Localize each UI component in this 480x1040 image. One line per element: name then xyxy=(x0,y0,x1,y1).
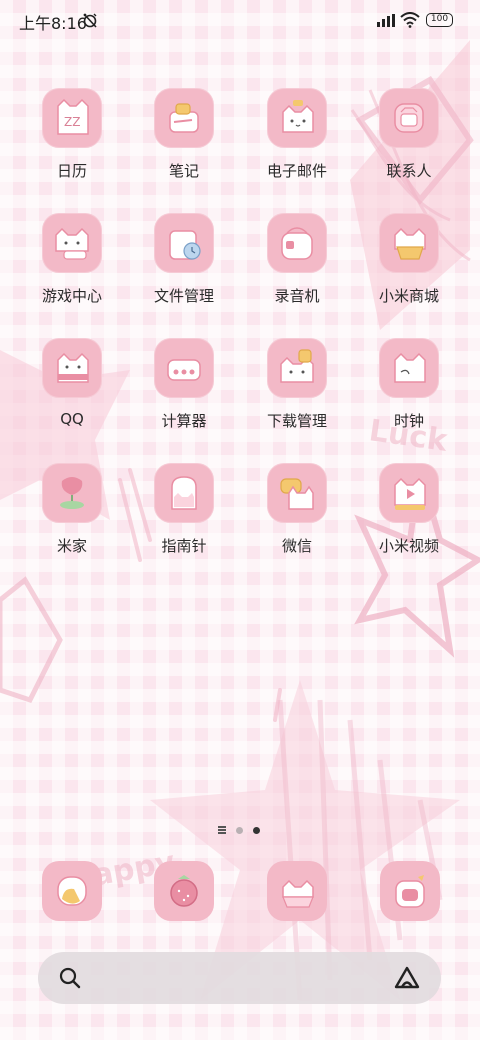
notes-icon xyxy=(169,103,199,133)
dock-camera[interactable] xyxy=(380,861,440,921)
camera-icon xyxy=(395,875,425,908)
app-email[interactable]: 电子邮件 xyxy=(249,88,345,208)
app-mijia[interactable]: 米家 xyxy=(24,463,120,583)
compass-icon xyxy=(171,476,197,510)
calendar-icon: ZZ xyxy=(57,98,89,135)
battery-indicator: 100 xyxy=(426,13,453,27)
contacts-icon xyxy=(394,103,424,133)
app-recorder[interactable]: 录音机 xyxy=(249,213,345,333)
app-label: 日历 xyxy=(56,162,87,180)
mi-store-icon xyxy=(394,227,426,260)
downloads-icon xyxy=(280,349,314,383)
app-calendar[interactable]: ZZ 日历 xyxy=(24,88,120,208)
clock-icon xyxy=(394,352,426,383)
dock-browser[interactable] xyxy=(154,861,214,921)
app-label: 笔记 xyxy=(168,162,199,180)
voice-assistant-icon[interactable] xyxy=(394,966,420,990)
app-label: 小米视频 xyxy=(378,537,439,555)
status-time: 上午8:16 xyxy=(19,14,87,33)
search-bar[interactable] xyxy=(38,952,441,1004)
qq-icon xyxy=(57,352,89,383)
home-screen: Luck Happy 上午8:16 100 ZZ 日历 笔记 电子邮件 联系人 … xyxy=(0,0,480,1040)
app-label: 小米商城 xyxy=(378,287,439,305)
search-icon xyxy=(59,967,81,989)
file-manager-icon xyxy=(169,230,201,260)
wechat-icon xyxy=(280,478,314,510)
email-icon xyxy=(282,100,314,133)
dock-messages[interactable] xyxy=(267,861,327,921)
app-mi-store[interactable]: 小米商城 xyxy=(361,213,457,333)
app-contacts[interactable]: 联系人 xyxy=(361,88,457,208)
app-label: QQ xyxy=(60,410,84,428)
app-label: 游戏中心 xyxy=(41,287,102,305)
app-label: 计算器 xyxy=(161,412,207,430)
page-dot-1 xyxy=(236,827,243,834)
page-indicator[interactable] xyxy=(218,825,264,835)
signal-icon xyxy=(377,14,395,27)
wifi-icon xyxy=(400,12,420,28)
app-compass[interactable]: 指南针 xyxy=(136,463,232,583)
svg-text:ZZ: ZZ xyxy=(64,115,80,129)
game-center-icon xyxy=(55,227,89,260)
app-label: 下载管理 xyxy=(266,412,327,430)
page-dot-2-active xyxy=(253,827,260,834)
app-clock[interactable]: 时钟 xyxy=(361,338,457,458)
app-label: 录音机 xyxy=(274,287,320,305)
app-game-center[interactable]: 游戏中心 xyxy=(24,213,120,333)
mijia-icon xyxy=(60,477,84,509)
app-downloads[interactable]: 下载管理 xyxy=(249,338,345,458)
alarm-off-icon xyxy=(83,13,97,28)
app-label: 微信 xyxy=(281,537,312,555)
app-label: 时钟 xyxy=(393,412,424,430)
status-bar: 上午8:16 100 xyxy=(0,0,480,40)
app-list-icon xyxy=(218,826,226,834)
app-label: 联系人 xyxy=(386,162,432,180)
app-notes[interactable]: 笔记 xyxy=(136,88,232,208)
app-calculator[interactable]: 计算器 xyxy=(136,338,232,458)
app-label: 电子邮件 xyxy=(266,162,327,180)
recorder-icon xyxy=(281,227,313,260)
app-qq[interactable]: QQ xyxy=(24,338,120,458)
app-label: 文件管理 xyxy=(153,287,214,305)
app-file-manager[interactable]: 文件管理 xyxy=(136,213,232,333)
calculator-icon xyxy=(167,359,201,381)
browser-icon xyxy=(170,875,198,907)
app-mi-video[interactable]: 小米视频 xyxy=(361,463,457,583)
phone-icon xyxy=(57,876,87,906)
app-label: 指南针 xyxy=(161,537,207,555)
messages-icon xyxy=(282,879,314,908)
mi-video-icon xyxy=(394,477,426,510)
dock-phone[interactable] xyxy=(42,861,102,921)
app-label: 米家 xyxy=(56,537,87,555)
app-wechat[interactable]: 微信 xyxy=(249,463,345,583)
